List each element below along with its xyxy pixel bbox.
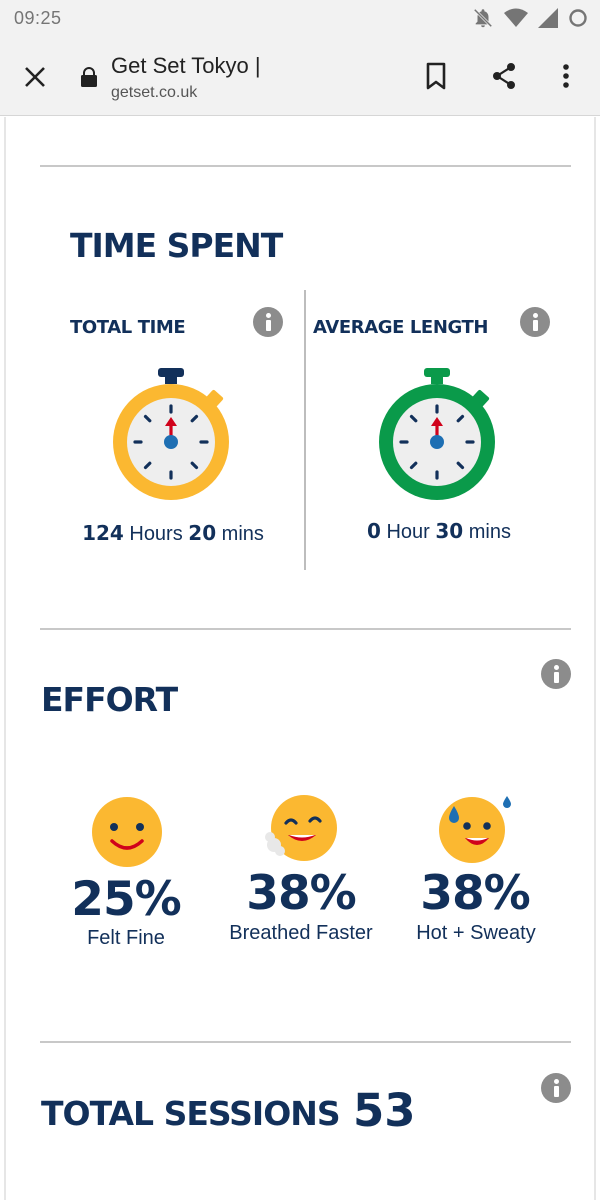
total-mins-number: 20: [188, 521, 217, 545]
average-mins-number: 30: [435, 519, 464, 543]
web-page: [0, 117, 600, 1200]
signal-icon: [538, 8, 558, 28]
effort-title: EFFORT: [41, 680, 178, 719]
average-mins-unit: mins: [463, 521, 512, 543]
vertical-divider: [304, 290, 306, 570]
status-bar: 09:25: [0, 0, 600, 38]
total-sessions-title: TOTAL SESSIONS: [41, 1094, 341, 1133]
total-time-label: TOTAL TIME: [70, 317, 186, 338]
total-mins-unit: mins: [216, 523, 264, 545]
browser-toolbar: Get Set Tokyo | getset.co.uk: [0, 38, 600, 116]
bell-off-icon: [473, 8, 493, 28]
status-time: 09:25: [14, 8, 62, 28]
breathed-faster-face-icon: [265, 795, 337, 861]
info-icon-sessions[interactable]: [541, 1073, 571, 1103]
average-length-value: 0 Hour 30 mins: [326, 519, 552, 544]
info-icon-average-length[interactable]: [520, 307, 550, 337]
bookmark-icon[interactable]: [420, 60, 452, 92]
status-icons: [472, 7, 588, 29]
wifi-icon: [504, 8, 528, 27]
effort-label-breathed-faster: Breathed Faster: [229, 922, 373, 944]
close-icon[interactable]: [20, 62, 50, 92]
effort-label-hot-sweaty: Hot + Sweaty: [416, 922, 536, 944]
more-vert-icon[interactable]: [550, 60, 582, 92]
stopwatch-green-icon: [379, 368, 495, 500]
average-hours-number: 0: [366, 519, 381, 543]
effort-label-felt-fine: Felt Fine: [87, 927, 165, 949]
page-title: Get Set Tokyo |: [111, 53, 261, 78]
felt-fine-face-icon: [92, 797, 162, 867]
average-hours-unit: Hour: [380, 521, 436, 543]
total-hours-number: 124: [82, 521, 124, 545]
time-spent-title: TIME SPENT: [70, 226, 283, 265]
total-sessions-count: 53: [353, 1084, 416, 1137]
page-url[interactable]: getset.co.uk: [111, 84, 197, 102]
content-frame-right: [594, 117, 596, 1200]
stopwatch-yellow-icon: [113, 368, 229, 500]
total-time-value: 124 Hours 20 mins: [60, 521, 286, 546]
effort-percent-hot-sweaty: 38%: [420, 866, 531, 921]
average-length-label: AVERAGE LENGTH: [313, 317, 489, 338]
content-frame-left: [4, 117, 6, 1200]
effort-percent-breathed-faster: 38%: [246, 866, 357, 921]
lock-icon: [81, 67, 97, 87]
total-hours-unit: Hours: [123, 523, 189, 545]
divider-bottom: [40, 1041, 571, 1043]
effort-percent-felt-fine: 25%: [71, 872, 182, 927]
info-icon-effort[interactable]: [541, 659, 571, 689]
divider-middle: [40, 628, 571, 630]
divider-top: [40, 165, 571, 167]
info-icon-total-time[interactable]: [253, 307, 283, 337]
share-icon[interactable]: [488, 60, 520, 92]
circle-icon: [569, 9, 587, 27]
hot-sweaty-face-icon: [439, 796, 511, 863]
